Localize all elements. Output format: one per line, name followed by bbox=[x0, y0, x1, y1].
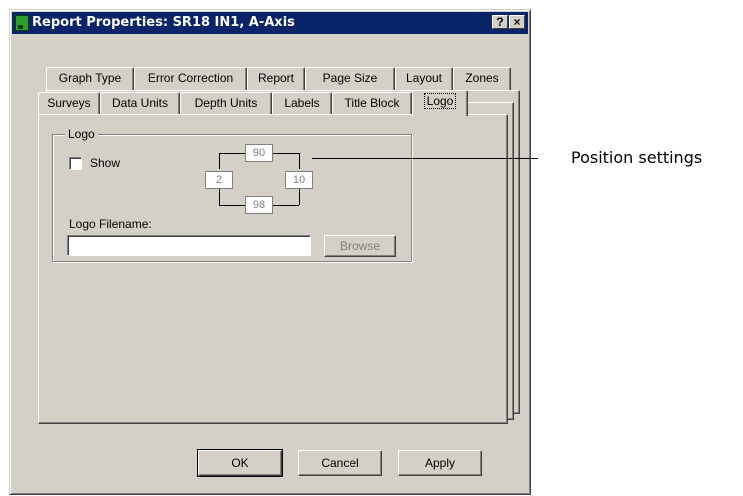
tab-depth-units[interactable]: Depth Units bbox=[180, 92, 272, 115]
tab-data-units[interactable]: Data Units bbox=[100, 92, 180, 115]
position-left-field[interactable]: 2 bbox=[205, 171, 233, 189]
tab-graph-type[interactable]: Graph Type bbox=[46, 67, 134, 90]
apply-button-label: Apply bbox=[424, 456, 456, 470]
tab-page-size[interactable]: Page Size bbox=[305, 67, 395, 90]
window-title: Report Properties: SR18 IN1, A-Axis bbox=[32, 15, 295, 30]
title-bar[interactable]: Report Properties: SR18 IN1, A-Axis ? × bbox=[12, 12, 528, 34]
tab-label: Report bbox=[257, 71, 295, 85]
report-properties-dialog: Report Properties: SR18 IN1, A-Axis ? × … bbox=[9, 9, 531, 495]
tab-row-1: Graph Type Error Correction Report Page … bbox=[46, 67, 516, 90]
tab-label: Labels bbox=[284, 96, 320, 110]
tab-report[interactable]: Report bbox=[247, 67, 305, 90]
show-checkbox-label: Show bbox=[90, 156, 121, 170]
connector-line bbox=[219, 205, 245, 206]
connector-line bbox=[273, 205, 299, 206]
ok-button[interactable]: OK bbox=[197, 449, 283, 477]
help-button[interactable]: ? bbox=[492, 15, 508, 29]
logo-tab-page: Logo Show 90 2 10 98 Logo Filename: Brow… bbox=[38, 114, 508, 424]
tab-layout[interactable]: Layout bbox=[395, 67, 453, 90]
tab-surveys[interactable]: Surveys bbox=[38, 92, 100, 115]
tab-label: Depth Units bbox=[194, 96, 258, 110]
tab-label: Page Size bbox=[322, 71, 378, 85]
ok-button-label: OK bbox=[231, 456, 249, 470]
tab-title-block[interactable]: Title Block bbox=[332, 92, 412, 115]
tab-label: Data Units bbox=[111, 96, 169, 110]
tab-label: Title Block bbox=[344, 96, 400, 110]
callout-position-settings: Position settings bbox=[571, 148, 703, 167]
callout-line bbox=[312, 158, 538, 159]
connector-line bbox=[299, 153, 300, 169]
position-bottom-field[interactable]: 98 bbox=[245, 196, 273, 214]
connector-line bbox=[273, 153, 299, 154]
tab-label: Error Correction bbox=[147, 71, 234, 85]
cancel-button[interactable]: Cancel bbox=[298, 450, 382, 476]
logo-group: Logo Show 90 2 10 98 Logo Filename: Brow… bbox=[52, 127, 412, 262]
position-top-field[interactable]: 90 bbox=[245, 144, 273, 162]
browse-button[interactable]: Browse bbox=[324, 235, 396, 257]
tab-label: Logo bbox=[423, 93, 457, 109]
tab-label: Zones bbox=[465, 71, 499, 85]
tab-row-2: Surveys Data Units Depth Units Labels Ti… bbox=[38, 90, 508, 116]
close-button[interactable]: × bbox=[509, 15, 525, 29]
tab-label: Surveys bbox=[47, 96, 91, 110]
connector-line bbox=[219, 153, 245, 154]
tab-label: Graph Type bbox=[58, 71, 122, 85]
apply-button[interactable]: Apply bbox=[398, 450, 482, 476]
connector-line bbox=[219, 153, 220, 169]
tab-error-correction[interactable]: Error Correction bbox=[134, 67, 247, 90]
app-icon bbox=[15, 15, 29, 31]
logo-filename-input[interactable] bbox=[67, 235, 311, 256]
tab-logo[interactable]: Logo bbox=[412, 90, 468, 116]
tab-label: Layout bbox=[405, 71, 443, 85]
tab-labels[interactable]: Labels bbox=[272, 92, 332, 115]
connector-line bbox=[219, 189, 220, 205]
tab-zones[interactable]: Zones bbox=[453, 67, 511, 90]
cancel-button-label: Cancel bbox=[321, 456, 359, 470]
logo-filename-label: Logo Filename: bbox=[69, 217, 152, 231]
connector-line bbox=[299, 189, 300, 205]
position-right-field[interactable]: 10 bbox=[285, 171, 313, 189]
show-checkbox[interactable] bbox=[69, 157, 82, 170]
logo-group-legend: Logo bbox=[65, 127, 98, 141]
